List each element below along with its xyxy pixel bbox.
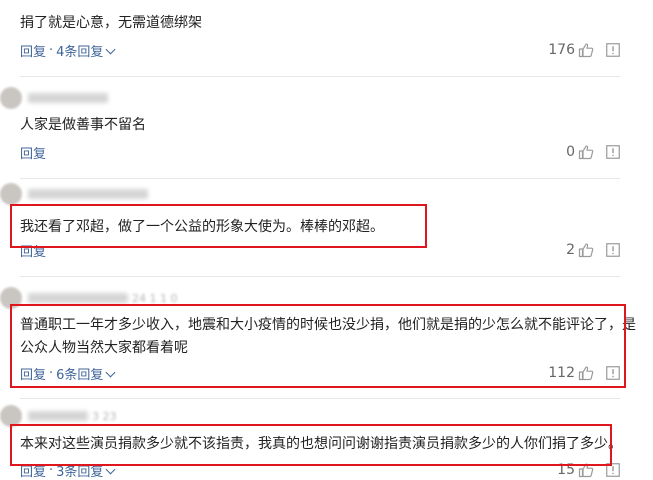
report-icon[interactable] [606,463,620,477]
thumbs-up-icon[interactable] [578,144,594,160]
comment-actions: 回复 0 [20,142,620,162]
divider [20,178,620,179]
view-replies-link[interactable]: 4条回复 [56,41,116,60]
comment-author-row [0,183,148,205]
comment-text: 我还看了邓超，做了一个公益的形象大使为。棒棒的邓超。 [20,219,384,235]
divider [20,398,620,399]
comment-actions: 回复 2 [20,240,620,260]
reply-button[interactable]: 回复 [20,364,46,383]
comment-actions: 回复 · 6条回复 112 [20,363,620,383]
comment-text-line1: 普通职工一年才多少收入，地震和大小疫情的时候也没少捐，他们就是捐的少怎么就不能评… [20,317,636,333]
thumbs-up-icon[interactable] [578,365,594,381]
comment-author-row [0,87,108,109]
chevron-down-icon [105,44,116,54]
avatar[interactable] [0,405,22,427]
author-name[interactable] [28,293,128,303]
comment-text: 人家是做善事不留名 [20,117,146,133]
chevron-down-icon [105,464,116,474]
comment-tools: 15 [557,460,620,480]
like-count: 176 [548,42,575,58]
report-icon[interactable] [606,243,620,257]
like-count: 15 [557,462,575,478]
reply-button[interactable]: 回复 [20,241,46,260]
replies-count-label: 6条回复 [56,367,104,383]
report-icon[interactable] [606,366,620,380]
report-icon[interactable] [606,145,620,159]
comment-tools: 2 [566,240,620,260]
author-name[interactable] [28,189,148,199]
replies-count-label: 4条回复 [56,44,104,60]
comment-text: 本来对这些演员捐款多少就不该指责，我真的也想问问谢谢指责演员捐款多少的人你们捐了… [20,436,622,452]
separator-dot: · [49,42,54,58]
like-count: 112 [548,365,575,381]
comment-text: 捐了就是心意，无需道德绑架 [20,15,202,31]
replies-count-label: 3条回复 [56,464,104,480]
comment-actions: 回复 · 4条回复 176 [20,40,620,60]
comment-author-row: 3 23 [0,405,117,427]
comment-time: 3 23 [92,409,117,423]
comment-tools: 112 [548,363,620,383]
thumbs-up-icon[interactable] [578,462,594,478]
thumbs-up-icon[interactable] [578,42,594,58]
comment-actions: 回复 · 3条回复 15 [20,460,620,480]
view-replies-link[interactable]: 6条回复 [56,364,116,383]
separator-dot: · [49,365,54,381]
chevron-down-icon [105,367,116,377]
avatar[interactable] [0,183,22,205]
like-count: 0 [566,144,575,160]
comment-time: 24 1 1 0 [132,291,178,305]
comment-tools: 0 [566,142,620,162]
avatar[interactable] [0,287,22,309]
like-count: 2 [566,242,575,258]
divider [20,76,620,77]
avatar[interactable] [0,87,22,109]
author-name[interactable] [28,411,88,421]
separator-dot: · [49,462,54,478]
comment-text-line2: 公众人物当然大家都看着呢 [20,340,188,356]
comment-author-row: 24 1 1 0 [0,287,178,309]
report-icon[interactable] [606,43,620,57]
author-name[interactable] [28,93,108,103]
reply-button[interactable]: 回复 [20,143,46,162]
comment-tools: 176 [548,40,620,60]
divider [20,276,620,277]
thumbs-up-icon[interactable] [578,242,594,258]
reply-button[interactable]: 回复 [20,41,46,60]
